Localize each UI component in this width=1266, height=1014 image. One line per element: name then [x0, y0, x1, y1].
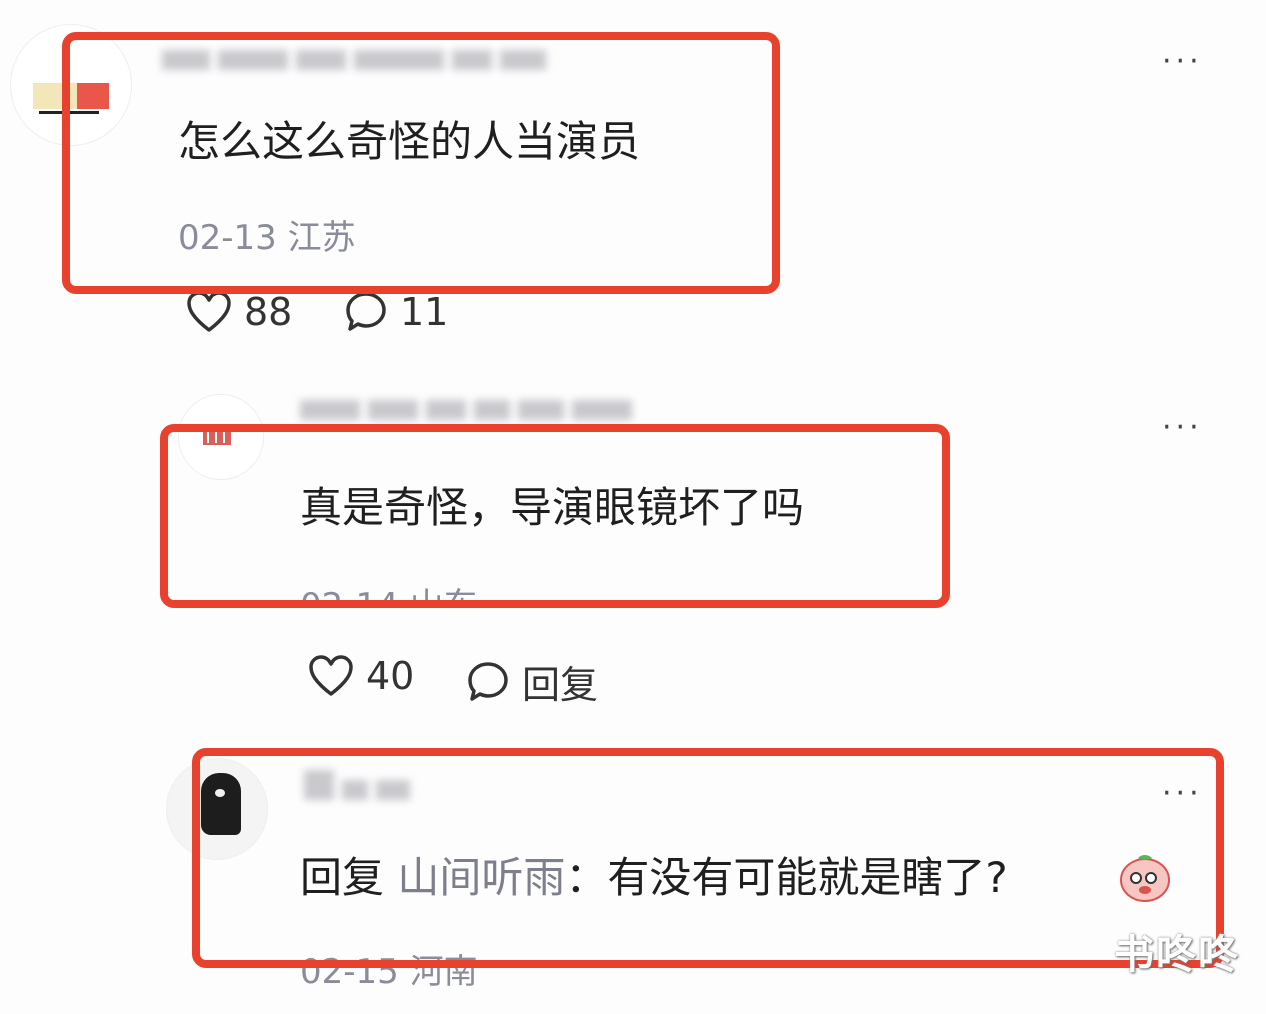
reply-label: 回复: [522, 663, 599, 707]
like-count: 40: [366, 654, 415, 698]
comment-bubble-icon: [468, 661, 508, 701]
like-button[interactable]: 88: [186, 290, 292, 334]
highlight-box: [192, 748, 1224, 968]
heart-icon: [187, 291, 231, 332]
more-icon[interactable]: ···: [1162, 413, 1203, 443]
comment-bubble-icon: [346, 292, 386, 331]
reply-count: 11: [400, 290, 449, 334]
more-icon[interactable]: ···: [1162, 47, 1203, 77]
reply-button[interactable]: 回复: [466, 654, 598, 709]
watermark: 书咚咚: [1114, 932, 1240, 978]
username[interactable]: [300, 400, 640, 424]
heart-icon: [309, 655, 353, 696]
like-button[interactable]: 40: [308, 654, 414, 698]
like-count: 88: [244, 290, 293, 334]
reply-button[interactable]: 11: [344, 290, 448, 334]
highlight-box: [62, 32, 780, 294]
highlight-box: [160, 424, 950, 608]
